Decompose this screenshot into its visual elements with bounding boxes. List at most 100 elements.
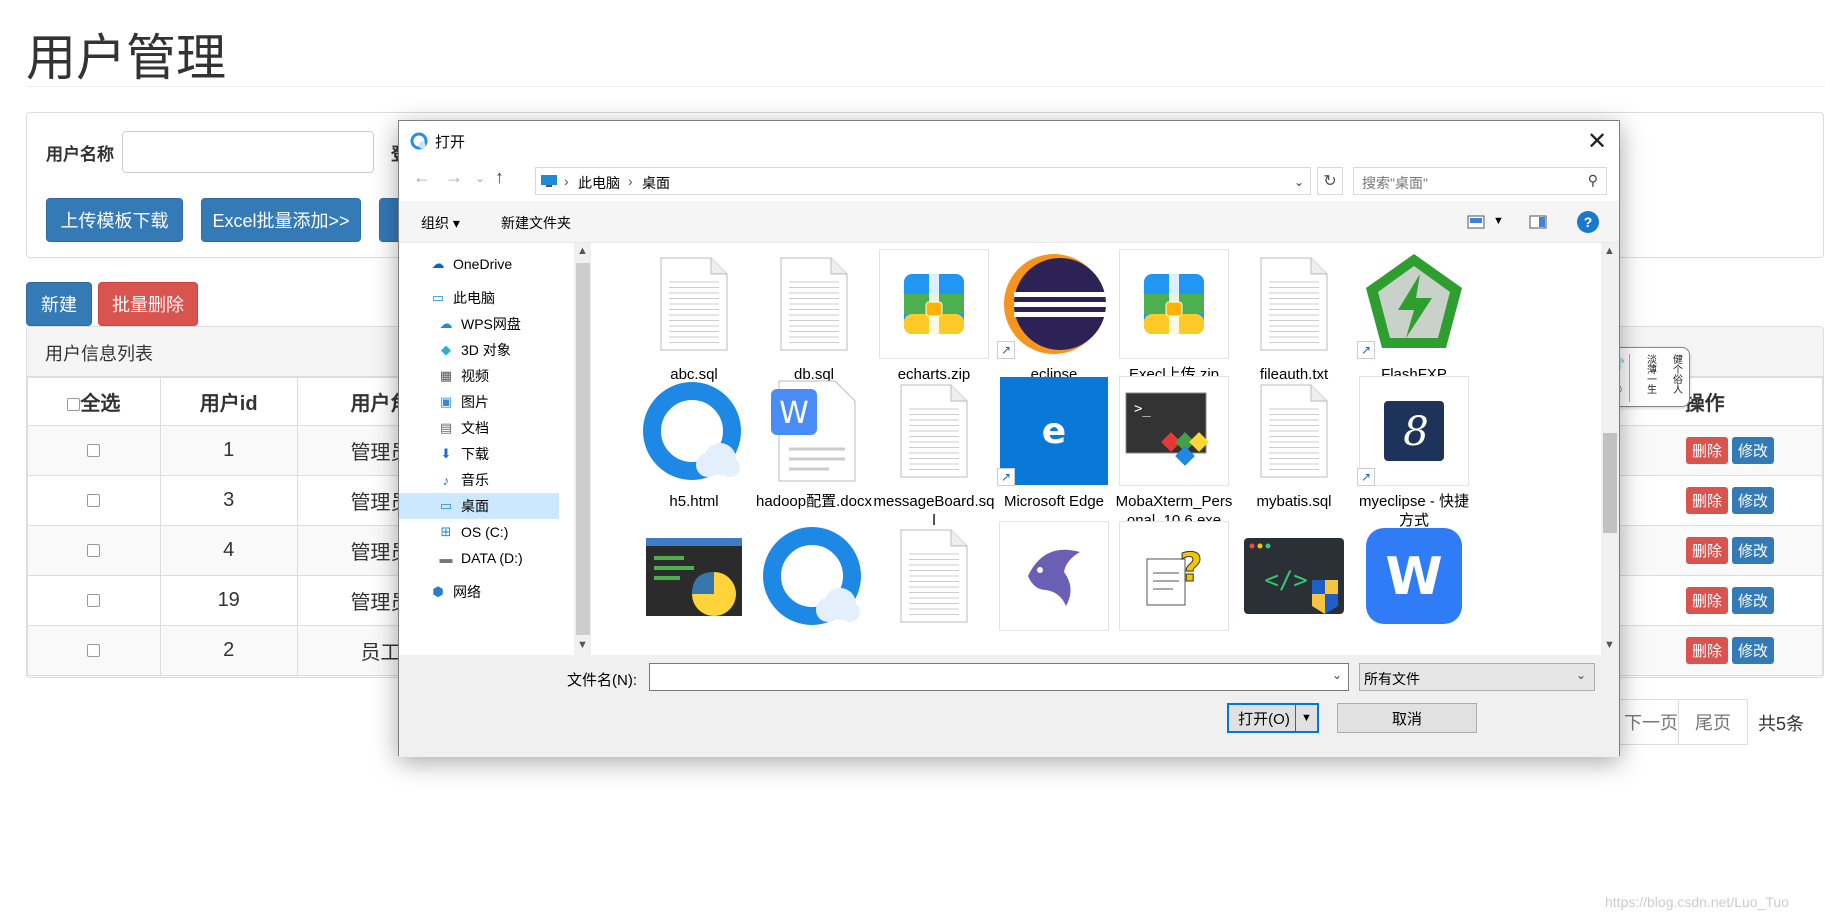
row-checkbox[interactable] bbox=[87, 444, 101, 458]
wps-icon: W bbox=[1359, 521, 1469, 631]
scroll-up-icon[interactable]: ▲ bbox=[1604, 245, 1615, 257]
dialog-titlebar[interactable]: 打开 ✕ bbox=[399, 121, 1619, 161]
download-template-button[interactable]: 上传模板下载 bbox=[46, 198, 183, 242]
file-item[interactable]: W bbox=[1353, 519, 1475, 655]
file-item[interactable]: >_MobaXterm_Personal_10.6.exe bbox=[1113, 374, 1235, 529]
file-item[interactable]: ? bbox=[1113, 519, 1235, 655]
row-checkbox[interactable] bbox=[87, 494, 101, 508]
scroll-down-icon[interactable]: ▼ bbox=[577, 639, 588, 651]
cancel-button[interactable]: 取消 bbox=[1337, 703, 1477, 733]
file-item[interactable]: Whadoop配置.docx bbox=[753, 374, 875, 526]
row-select-cell[interactable] bbox=[27, 625, 161, 676]
row-delete-button[interactable]: 删除 bbox=[1685, 587, 1728, 614]
address-crumb[interactable]: 此电脑 bbox=[578, 173, 620, 193]
row-edit-button[interactable]: 修改 bbox=[1731, 587, 1774, 614]
preview-pane-icon[interactable] bbox=[1529, 215, 1547, 229]
nav-item-label: 此电脑 bbox=[453, 290, 495, 306]
filename-input[interactable]: ⌄ bbox=[649, 663, 1349, 691]
row-delete-button[interactable]: 删除 bbox=[1685, 437, 1728, 464]
file-item[interactable] bbox=[753, 519, 875, 655]
nav-item-pictures[interactable]: ▣ 图片 bbox=[437, 389, 574, 415]
nav-item-drive-d[interactable]: ▬ DATA (D:) bbox=[437, 545, 574, 571]
file-item[interactable]: mybatis.sql bbox=[1233, 374, 1355, 526]
scroll-down-icon[interactable]: ▼ bbox=[1604, 639, 1615, 651]
row-edit-button[interactable]: 修改 bbox=[1731, 637, 1774, 664]
row-delete-button[interactable]: 删除 bbox=[1685, 537, 1728, 564]
file-item[interactable]: </> bbox=[1233, 519, 1355, 655]
nav-item-onedrive[interactable]: ☁ OneDrive bbox=[429, 251, 574, 277]
file-item[interactable] bbox=[873, 519, 995, 655]
row-delete-button[interactable]: 删除 bbox=[1685, 487, 1728, 514]
header-select-all[interactable]: 全选 bbox=[27, 377, 161, 426]
nav-item-music[interactable]: ♪ 音乐 bbox=[437, 467, 574, 493]
address-bar[interactable]: › 此电脑 › 桌面 ⌄ bbox=[535, 167, 1311, 195]
forward-icon[interactable]: → bbox=[445, 167, 463, 188]
new-button[interactable]: 新建 bbox=[26, 282, 92, 326]
organize-menu[interactable]: 组织 ▾ bbox=[421, 213, 460, 233]
file-item[interactable] bbox=[993, 519, 1115, 655]
row-ops: 删除 修改 bbox=[1586, 425, 1823, 476]
nav-item-label: 3D 对象 bbox=[461, 342, 511, 358]
nav-item-3d-objects[interactable]: ◆ 3D 对象 bbox=[437, 337, 574, 363]
up-icon[interactable]: ↑ bbox=[495, 167, 504, 188]
help-icon[interactable]: ? bbox=[1577, 211, 1599, 233]
nav-item-label: OneDrive bbox=[453, 256, 513, 272]
row-user-id: 19 bbox=[159, 575, 298, 626]
pager-last[interactable]: 尾页 bbox=[1678, 699, 1748, 745]
file-list-scrollbar[interactable]: ▲ ▼ bbox=[1601, 243, 1619, 655]
filename-dropdown-icon[interactable]: ⌄ bbox=[1332, 668, 1342, 682]
row-edit-button[interactable]: 修改 bbox=[1731, 537, 1774, 564]
row-ops: 删除 修改 bbox=[1586, 475, 1823, 526]
file-item[interactable]: e ↗ Microsoft Edge bbox=[993, 374, 1115, 526]
nav-scroll-thumb[interactable] bbox=[576, 263, 590, 635]
address-crumb[interactable]: 桌面 bbox=[642, 173, 670, 193]
row-checkbox[interactable] bbox=[87, 644, 101, 658]
nav-item-this-pc[interactable]: ▭ 此电脑 bbox=[429, 285, 574, 311]
nav-item-network[interactable]: ⬢ 网络 bbox=[429, 579, 574, 605]
nav-item-documents[interactable]: ▤ 文档 bbox=[437, 415, 574, 441]
open-button[interactable]: 打开(O) ▼ bbox=[1227, 703, 1319, 733]
file-item[interactable]: h5.html bbox=[633, 374, 755, 526]
row-edit-button[interactable]: 修改 bbox=[1731, 487, 1774, 514]
nav-item-desktop[interactable]: ▭ 桌面 bbox=[399, 493, 559, 519]
nav-item-wps-cloud[interactable]: ☁ WPS网盘 bbox=[437, 311, 574, 337]
nav-item-drive-c[interactable]: ⊞ OS (C:) bbox=[437, 519, 574, 545]
file-scroll-thumb[interactable] bbox=[1603, 433, 1617, 533]
row-edit-button[interactable]: 修改 bbox=[1731, 437, 1774, 464]
excel-batch-add-button[interactable]: Excel批量添加>> bbox=[201, 198, 361, 242]
address-dropdown-icon[interactable]: ⌄ bbox=[1294, 175, 1304, 189]
username-input[interactable] bbox=[122, 131, 374, 173]
new-folder-button[interactable]: 新建文件夹 bbox=[501, 213, 571, 233]
nav-pane-scrollbar[interactable]: ▲ ▼ bbox=[574, 243, 591, 655]
search-icon: ⚲ bbox=[1587, 172, 1598, 188]
file-item[interactable] bbox=[633, 519, 755, 655]
open-dropdown-icon[interactable]: ▼ bbox=[1295, 705, 1317, 731]
row-select-cell[interactable] bbox=[27, 475, 161, 526]
view-dropdown-icon[interactable]: ▼ bbox=[1493, 215, 1504, 227]
recent-locations-icon[interactable]: ⌄ bbox=[475, 171, 485, 185]
file-item[interactable]: messageBoard.sql bbox=[873, 374, 995, 529]
batch-delete-button[interactable]: 批量删除 bbox=[98, 282, 198, 326]
row-select-cell[interactable] bbox=[27, 575, 161, 626]
view-options-icon[interactable] bbox=[1467, 215, 1485, 229]
scroll-up-icon[interactable]: ▲ bbox=[577, 245, 588, 257]
select-all-checkbox[interactable] bbox=[67, 398, 81, 412]
file-item[interactable]: 8 ↗ myeclipse - 快捷方式 bbox=[1353, 374, 1475, 529]
text-file-icon bbox=[879, 521, 989, 631]
refresh-icon[interactable]: ↻ bbox=[1317, 167, 1343, 195]
filetype-select[interactable]: 所有文件 ⌄ bbox=[1359, 663, 1595, 691]
row-delete-button[interactable]: 删除 bbox=[1685, 637, 1728, 664]
close-icon[interactable]: ✕ bbox=[1581, 125, 1613, 157]
search-input[interactable]: 搜索"桌面" ⚲ bbox=[1353, 167, 1607, 195]
cloud-outline-icon: ☁ bbox=[439, 316, 453, 331]
file-list: abc.sql db.sql echarts.zip ↗ eclipse Execl上传.… bbox=[591, 243, 1601, 655]
nav-item-downloads[interactable]: ⬇ 下载 bbox=[437, 441, 574, 467]
computer-icon: ▭ bbox=[431, 290, 445, 305]
row-select-cell[interactable] bbox=[27, 525, 161, 576]
flashfxp-icon bbox=[1359, 249, 1469, 359]
row-checkbox[interactable] bbox=[87, 544, 101, 558]
row-checkbox[interactable] bbox=[87, 594, 101, 608]
row-select-cell[interactable] bbox=[27, 425, 161, 476]
back-icon[interactable]: ← bbox=[413, 167, 431, 188]
nav-item-videos[interactable]: ▦ 视频 bbox=[437, 363, 574, 389]
